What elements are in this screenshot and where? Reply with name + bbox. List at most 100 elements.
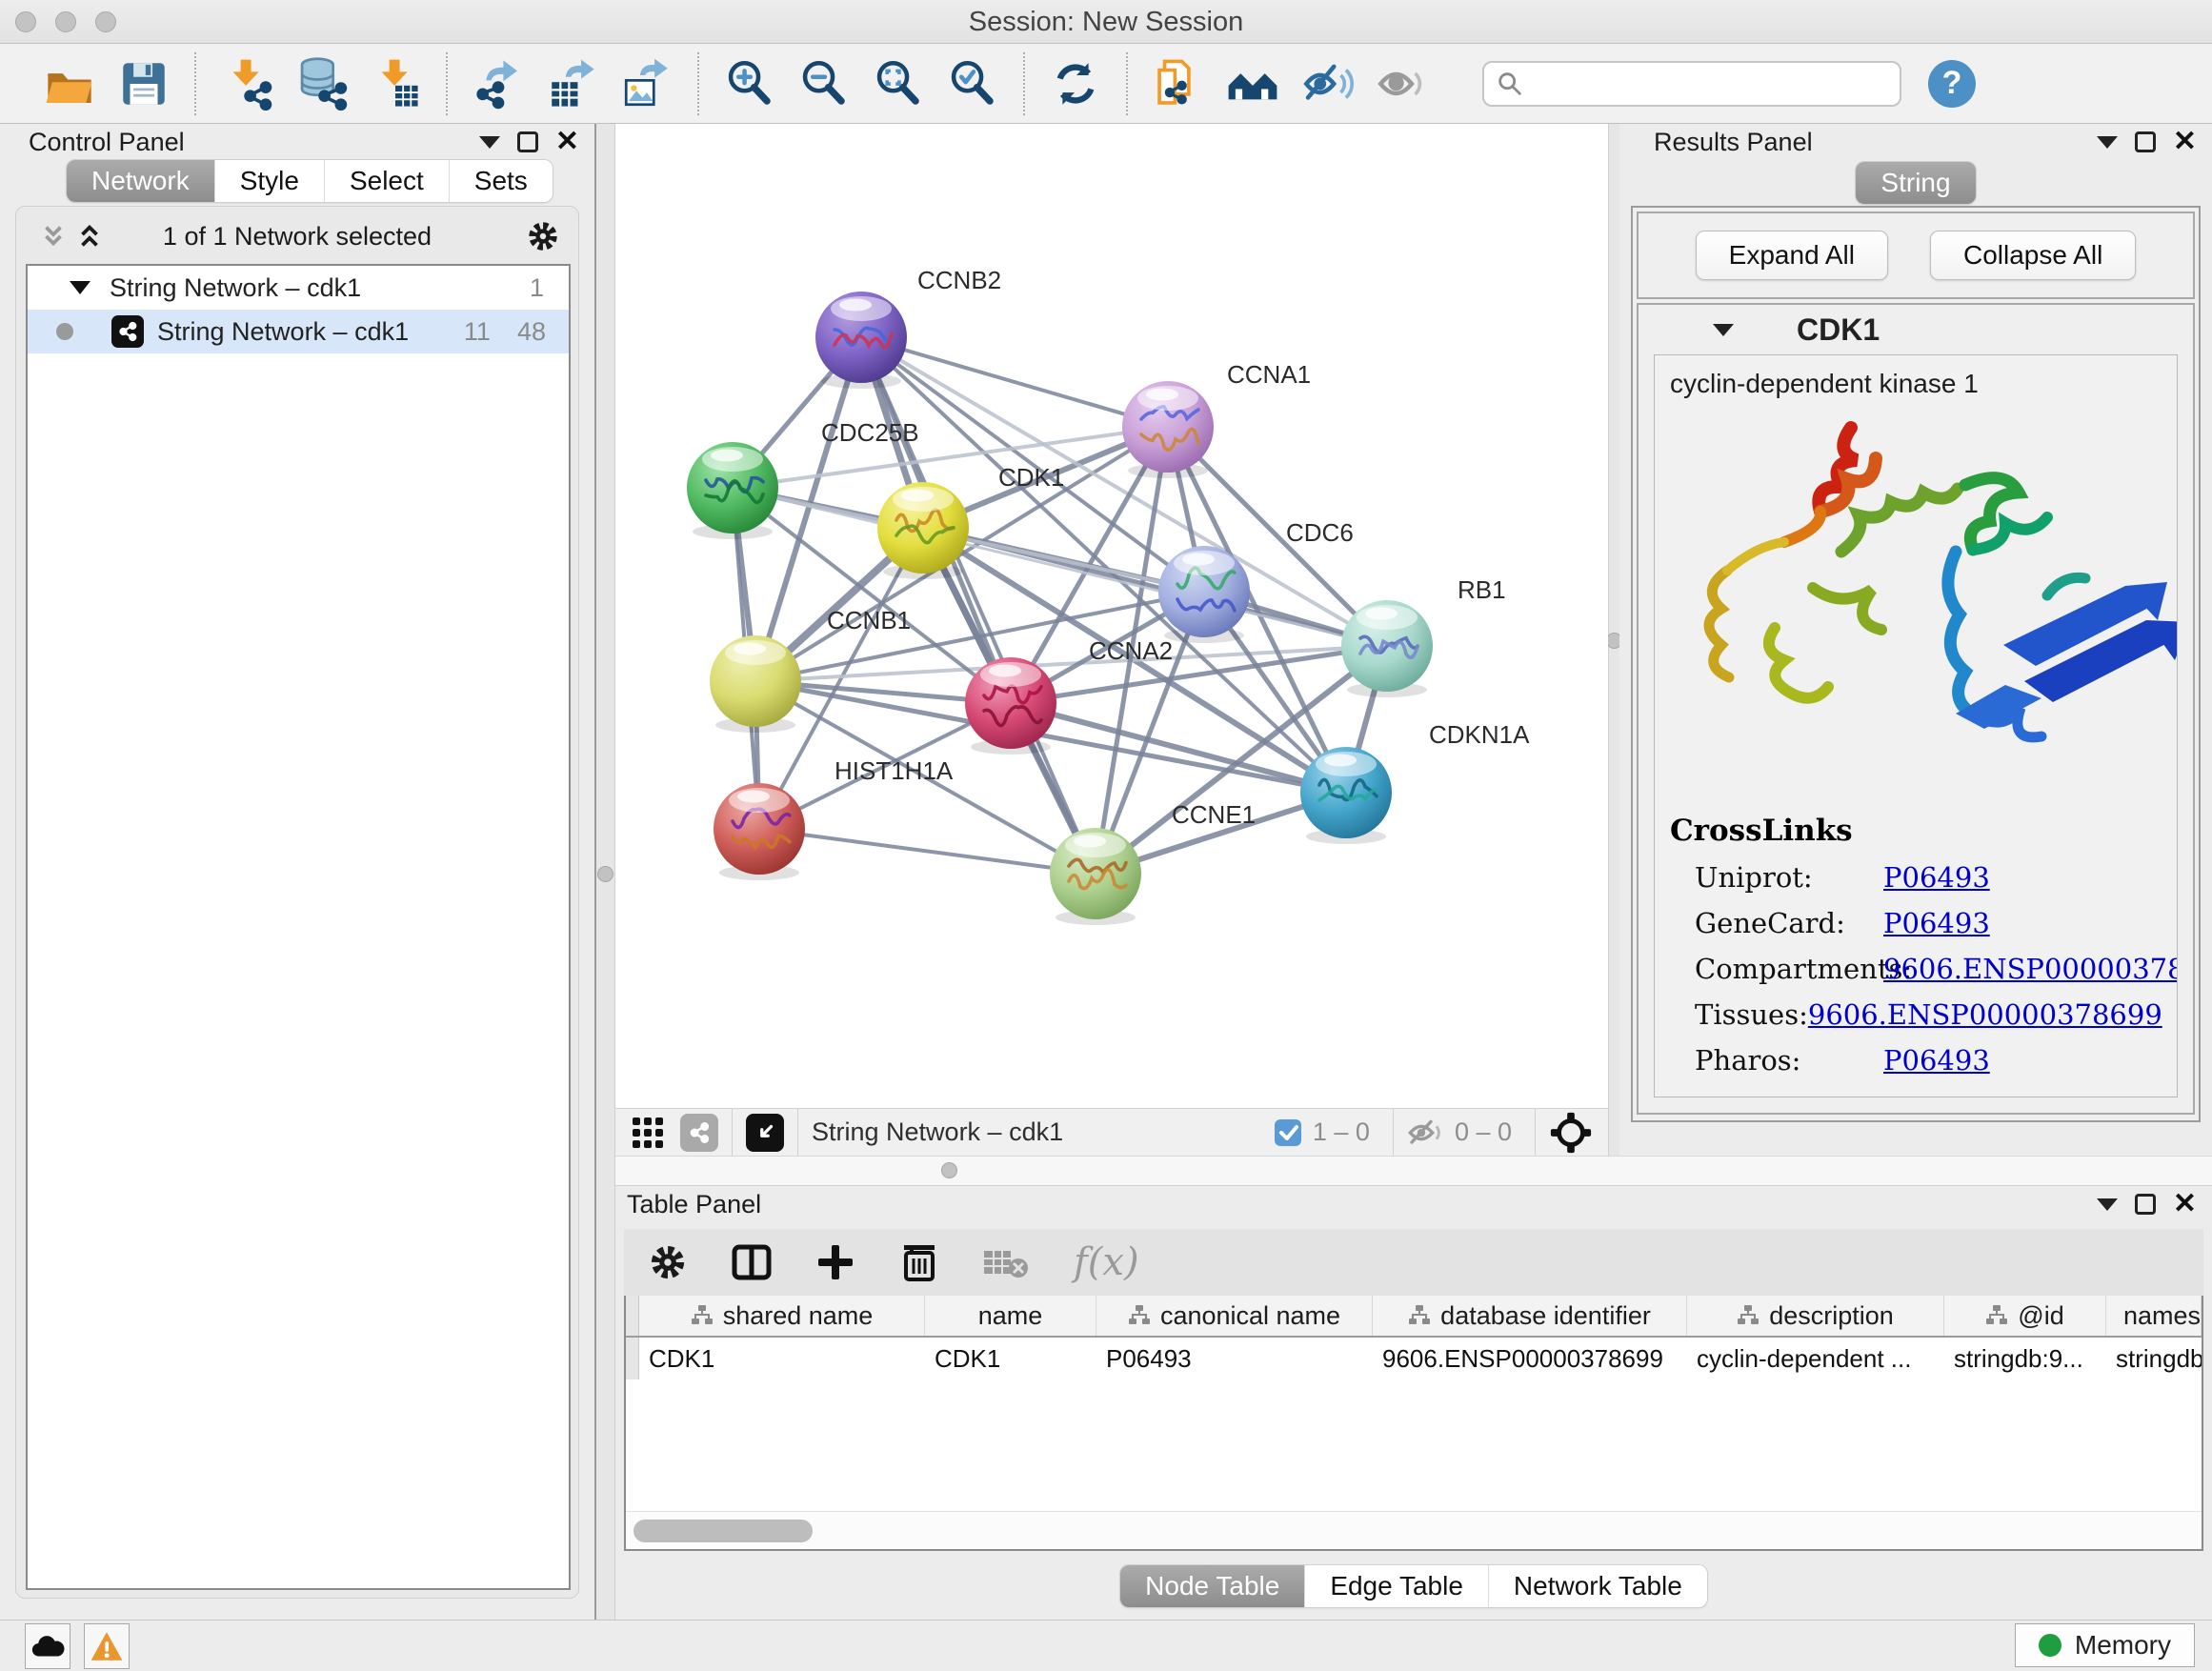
splitter-handle[interactable] — [597, 866, 613, 882]
panel-float-icon[interactable] — [2135, 1194, 2156, 1215]
panel-float-icon[interactable] — [2135, 131, 2156, 152]
delete-table-icon[interactable] — [982, 1243, 1032, 1281]
network-node-HIST1H1A[interactable] — [714, 783, 805, 880]
panel-close-icon[interactable]: ✕ — [555, 131, 579, 152]
tab-select[interactable]: Select — [325, 160, 450, 202]
panel-float-icon[interactable] — [517, 131, 538, 152]
copy-network-icon[interactable] — [1149, 54, 1208, 113]
refresh-icon[interactable] — [1046, 54, 1105, 113]
expand-all-button[interactable]: Expand All — [1696, 231, 1888, 280]
open-session-icon[interactable] — [40, 54, 99, 113]
right-splitter[interactable] — [1608, 124, 1619, 1156]
save-session-icon[interactable] — [114, 54, 173, 113]
table-row[interactable]: CDK1CDK1P064939606.ENSP00000378699cyclin… — [626, 1338, 2202, 1379]
memory-button[interactable]: Memory — [2015, 1623, 2195, 1667]
tab-node-table[interactable]: Node Table — [1120, 1565, 1305, 1607]
zoom-in-icon[interactable] — [720, 54, 779, 113]
bottom-splitter[interactable] — [615, 1156, 2212, 1186]
function-builder-icon[interactable]: f(x) — [1074, 1240, 1139, 1284]
network-node-CDC25B[interactable] — [687, 442, 778, 539]
scrollbar-thumb[interactable] — [633, 1520, 813, 1542]
network-node-CCNA1[interactable] — [1122, 381, 1214, 478]
zoom-fit-icon[interactable] — [869, 54, 928, 113]
tab-edge-table[interactable]: Edge Table — [1305, 1565, 1489, 1607]
help-icon[interactable]: ? — [1928, 60, 1976, 108]
table-cell[interactable]: 9606.ENSP00000378699 — [1373, 1338, 1687, 1379]
export-table-icon[interactable] — [543, 54, 602, 113]
table-settings-gear-icon[interactable] — [647, 1241, 689, 1283]
gear-icon[interactable] — [525, 218, 561, 254]
import-network-database-icon[interactable] — [292, 54, 351, 113]
section-expander-icon[interactable] — [1713, 324, 1734, 336]
panel-menu-icon[interactable] — [2097, 136, 2118, 149]
column-header--id[interactable]: @id — [1944, 1296, 2106, 1336]
show-all-icon[interactable] — [1372, 54, 1431, 113]
grid-view-icon[interactable] — [629, 1114, 667, 1152]
network-canvas[interactable]: CCNB2CCNA1CDC25BCDK1CDC6RB1CCNB1CCNA2CDK… — [615, 124, 1608, 1108]
add-column-icon[interactable] — [814, 1241, 856, 1283]
panel-close-icon[interactable]: ✕ — [2173, 1194, 2197, 1215]
tab-network-table[interactable]: Network Table — [1489, 1565, 1707, 1607]
network-row[interactable]: String Network – cdk1 11 48 — [28, 310, 569, 353]
table-cell[interactable]: P06493 — [1096, 1338, 1373, 1379]
network-share-icon[interactable] — [680, 1114, 718, 1152]
import-table-icon[interactable] — [366, 54, 425, 113]
network-node-CCNA2[interactable] — [965, 657, 1056, 755]
tab-sets[interactable]: Sets — [450, 160, 553, 202]
minimize-window-button[interactable] — [55, 11, 76, 32]
detach-view-icon[interactable] — [746, 1114, 784, 1152]
column-header-canonical-name[interactable]: canonical name — [1096, 1296, 1373, 1336]
export-network-icon[interactable] — [469, 54, 528, 113]
zoom-out-icon[interactable] — [794, 54, 854, 113]
warning-status-button[interactable] — [84, 1623, 130, 1669]
column-header-shared-name[interactable]: shared name — [639, 1296, 925, 1336]
crosslink-link[interactable]: P06493 — [1883, 861, 1990, 894]
delete-column-icon[interactable] — [898, 1241, 940, 1283]
network-node-CCNB1[interactable] — [710, 635, 801, 733]
search-input[interactable] — [1524, 69, 1867, 98]
zoom-window-button[interactable] — [95, 11, 116, 32]
table-cell[interactable]: CDK1 — [925, 1338, 1096, 1379]
zoom-selected-icon[interactable] — [943, 54, 1002, 113]
column-header-name[interactable]: name — [925, 1296, 1096, 1336]
gene-section-header[interactable]: CDK1 — [1639, 305, 2193, 354]
panel-close-icon[interactable]: ✕ — [2173, 131, 2197, 152]
table-hscrollbar[interactable] — [626, 1511, 2202, 1549]
crosslink-link[interactable]: P06493 — [1883, 907, 1990, 939]
network-node-RB1[interactable] — [1341, 600, 1433, 697]
hide-selected-icon[interactable] — [1297, 54, 1357, 113]
table-cell[interactable]: stringdb — [2106, 1338, 2202, 1379]
cloud-status-button[interactable] — [25, 1623, 70, 1669]
network-node-CDKN1A[interactable] — [1300, 747, 1392, 844]
network-edge-CCNE1-HIST1H1A[interactable] — [759, 829, 1096, 874]
node-table[interactable]: shared namenamecanonical namedatabase id… — [624, 1296, 2203, 1551]
collapse-all-button[interactable]: Collapse All — [1930, 231, 2136, 280]
import-network-file-icon[interactable] — [217, 54, 276, 113]
panel-menu-icon[interactable] — [479, 136, 500, 149]
tab-network[interactable]: Network — [67, 160, 215, 202]
show-columns-icon[interactable] — [731, 1241, 773, 1283]
splitter-handle[interactable] — [941, 1162, 957, 1178]
network-collection-row[interactable]: String Network – cdk1 1 — [28, 266, 569, 310]
tab-style[interactable]: Style — [215, 160, 325, 202]
selected-checkbox-icon[interactable] — [1273, 1117, 1303, 1148]
crosslink-link[interactable]: P06493 — [1883, 1044, 1990, 1077]
column-header-description[interactable]: description — [1687, 1296, 1944, 1336]
table-cell[interactable]: stringdb:9... — [1944, 1338, 2106, 1379]
crosslink-link[interactable]: 9606.ENSP00000378699 — [1883, 953, 2178, 985]
column-header-namespace[interactable]: namespace — [2106, 1296, 2202, 1336]
table-cell[interactable]: cyclin-dependent ... — [1687, 1338, 1944, 1379]
neighbors-icon[interactable] — [1223, 54, 1282, 113]
close-window-button[interactable] — [15, 11, 36, 32]
panel-menu-icon[interactable] — [2097, 1198, 2118, 1211]
tree-expander-icon[interactable] — [70, 281, 90, 294]
left-splitter[interactable] — [594, 124, 615, 1620]
hidden-eye-icon[interactable] — [1407, 1117, 1445, 1148]
tab-string[interactable]: String — [1856, 162, 1975, 204]
birdseye-navigator-icon[interactable] — [1549, 1111, 1593, 1155]
crosslink-link[interactable]: 9606.ENSP00000378699 — [1808, 998, 2162, 1031]
export-image-icon[interactable] — [617, 54, 676, 113]
network-node-CCNE1[interactable] — [1050, 828, 1141, 925]
table-cell[interactable]: CDK1 — [639, 1338, 925, 1379]
column-header-database-identifier[interactable]: database identifier — [1373, 1296, 1687, 1336]
